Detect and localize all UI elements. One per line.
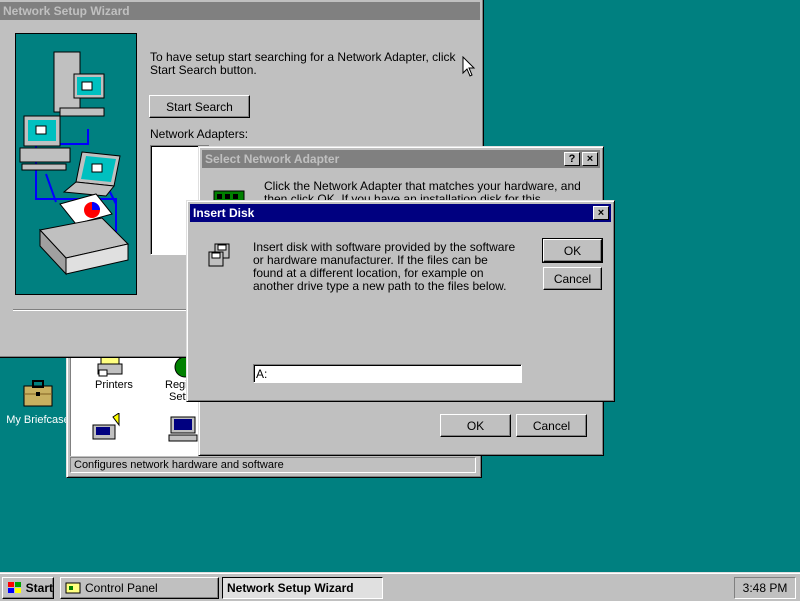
select-adapter-ok-button[interactable]: OK [440, 414, 511, 437]
network-illustration-image [16, 34, 136, 294]
insert-disk-cancel-label: Cancel [553, 271, 592, 286]
windows-logo-icon [8, 582, 21, 593]
sounds-icon [92, 412, 120, 440]
select-adapter-titlebar[interactable]: Select Network Adapter ? × [202, 150, 600, 168]
wizard-instruction: To have setup start searching for a Netw… [150, 50, 456, 77]
insert-disk-message: Insert disk with software provided by th… [253, 240, 516, 293]
select-adapter-ok-label: OK [466, 418, 485, 433]
regional-settings-label-1: Regi [165, 379, 188, 391]
mouse-cursor-icon [462, 56, 476, 77]
start-search-button[interactable]: Start Search [149, 95, 250, 118]
select-adapter-close-button[interactable]: × [582, 152, 598, 166]
help-button[interactable]: ? [564, 152, 580, 166]
disk-path-value: A: [256, 367, 268, 381]
wizard-illustration [15, 33, 137, 295]
my-briefcase-label: My Briefcase [6, 414, 70, 426]
printers-label: Printers [95, 379, 133, 391]
taskbar-control-panel[interactable]: Control Panel [60, 577, 219, 599]
insert-disk-title: Insert Disk [193, 206, 255, 220]
select-adapter-cancel-label: Cancel [532, 418, 571, 433]
briefcase-icon [23, 380, 53, 407]
network-adapters-label: Network Adapters: [150, 127, 249, 141]
control-panel-icon [65, 582, 81, 594]
taskbar: Start Control Panel Network Setup Wizard… [0, 572, 800, 601]
taskbar-network-setup-wizard-label: Network Setup Wizard [227, 581, 354, 595]
system-icon [168, 416, 198, 442]
sounds-item[interactable] [91, 412, 131, 453]
status-text: Configures network hardware and software [74, 459, 284, 471]
printers-icon [97, 356, 123, 377]
system-tray: 3:48 PM [734, 577, 796, 599]
select-adapter-cancel-button[interactable]: Cancel [516, 414, 587, 437]
my-briefcase-shortcut[interactable]: My Briefcase [2, 378, 74, 428]
insert-disk-dialog[interactable]: Insert Disk × Insert disk with software … [186, 200, 615, 402]
insert-disk-ok-button[interactable]: OK [542, 238, 603, 263]
clock: 3:48 PM [742, 581, 788, 595]
start-search-label: Start Search [166, 99, 233, 114]
start-button[interactable]: Start [2, 577, 54, 599]
insert-disk-close-button[interactable]: × [593, 206, 609, 220]
disk-path-input[interactable]: A: [253, 364, 522, 383]
printers-item[interactable]: Printers [81, 355, 141, 405]
floppy-disks-icon [208, 243, 230, 267]
taskbar-network-setup-wizard[interactable]: Network Setup Wizard [222, 577, 383, 599]
insert-disk-titlebar[interactable]: Insert Disk × [190, 204, 611, 222]
wizard-titlebar[interactable]: Network Setup Wizard [0, 2, 480, 20]
status-bar: Configures network hardware and software [70, 457, 476, 473]
select-adapter-title: Select Network Adapter [205, 152, 340, 166]
taskbar-control-panel-label: Control Panel [85, 581, 158, 595]
wizard-title: Network Setup Wizard [3, 4, 130, 18]
insert-disk-ok-label: OK [563, 243, 582, 258]
insert-disk-cancel-button[interactable]: Cancel [543, 267, 602, 290]
start-label: Start [25, 581, 53, 595]
